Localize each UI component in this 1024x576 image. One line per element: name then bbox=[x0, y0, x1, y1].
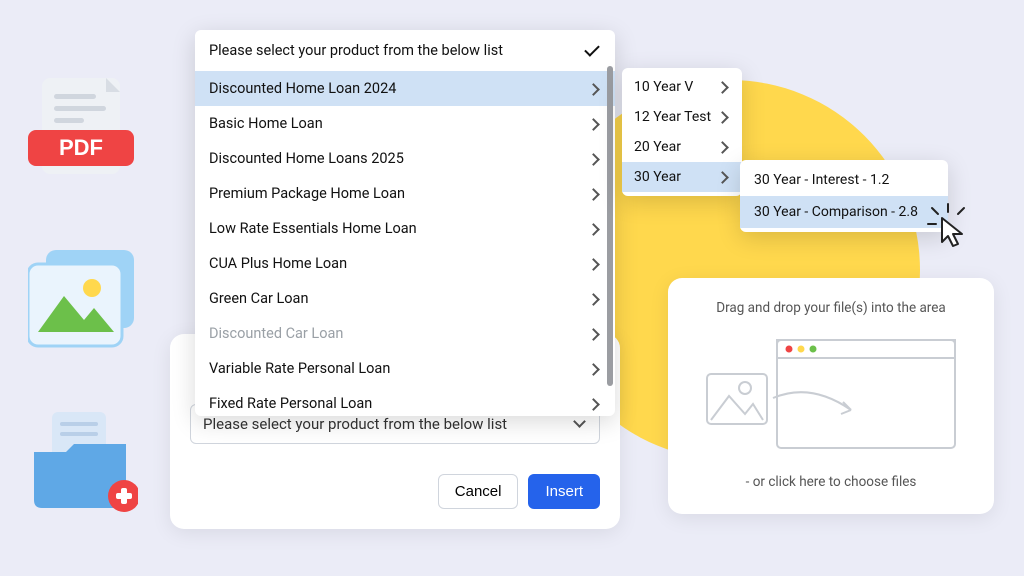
chevron-right-icon bbox=[587, 82, 601, 96]
image-file-icon bbox=[28, 250, 138, 354]
rate-option-label: 30 Year - Comparison - 2.8 bbox=[754, 204, 918, 220]
product-option-label: Green Car Loan bbox=[209, 290, 308, 307]
chevron-right-icon bbox=[587, 257, 601, 271]
dropzone-title: Drag and drop your file(s) into the area bbox=[694, 300, 968, 316]
term-option[interactable]: 20 Year bbox=[622, 132, 742, 162]
term-option-label: 12 Year Test bbox=[634, 109, 711, 125]
product-option-label: Discounted Home Loan 2024 bbox=[209, 80, 396, 97]
chevron-right-icon bbox=[716, 170, 730, 184]
product-dropdown-header-label: Please select your product from the belo… bbox=[209, 42, 503, 59]
rate-option[interactable]: 30 Year - Interest - 1.2 bbox=[740, 164, 948, 196]
chevron-right-icon bbox=[587, 327, 601, 341]
dropzone-illustration bbox=[694, 334, 968, 454]
product-option-label: Discounted Home Loans 2025 bbox=[209, 150, 404, 167]
product-option[interactable]: Discounted Home Loans 2025 bbox=[195, 141, 615, 176]
side-icon-column: PDF bbox=[28, 78, 138, 516]
product-option-label: Premium Package Home Loan bbox=[209, 185, 405, 202]
product-option-label: Discounted Car Loan bbox=[209, 325, 343, 342]
product-dropdown: Please select your product from the belo… bbox=[195, 30, 615, 416]
check-icon bbox=[585, 43, 601, 59]
chevron-right-icon bbox=[716, 80, 730, 94]
chevron-right-icon bbox=[587, 152, 601, 166]
scrollbar[interactable] bbox=[607, 66, 613, 386]
dropzone-subtext: - or click here to choose files bbox=[694, 474, 968, 490]
pdf-file-icon: PDF bbox=[28, 78, 138, 192]
modal-footer: Cancel Insert bbox=[190, 474, 600, 509]
term-option[interactable]: 12 Year Test bbox=[622, 102, 742, 132]
product-option[interactable]: Green Car Loan bbox=[195, 281, 615, 316]
chevron-right-icon bbox=[587, 117, 601, 131]
product-option[interactable]: Discounted Home Loan 2024 bbox=[195, 71, 615, 106]
product-select-label: Please select your product from the belo… bbox=[203, 415, 507, 433]
insert-button[interactable]: Insert bbox=[528, 474, 600, 509]
chevron-right-icon bbox=[716, 110, 730, 124]
chevron-down-icon bbox=[573, 417, 587, 431]
product-option[interactable]: Fixed Rate Personal Loan bbox=[195, 386, 615, 416]
chevron-right-icon bbox=[587, 397, 601, 411]
product-option-label: Basic Home Loan bbox=[209, 115, 323, 132]
rate-option-label: 30 Year - Interest - 1.2 bbox=[754, 172, 889, 188]
term-option-label: 10 Year V bbox=[634, 79, 693, 95]
rate-submenu: 30 Year - Interest - 1.2 30 Year - Compar… bbox=[740, 160, 948, 232]
product-option-label: Variable Rate Personal Loan bbox=[209, 360, 390, 377]
pdf-label-text: PDF bbox=[59, 135, 103, 160]
chevron-right-icon bbox=[587, 187, 601, 201]
term-option-label: 20 Year bbox=[634, 139, 681, 155]
chevron-right-icon bbox=[587, 222, 601, 236]
chevron-right-icon bbox=[716, 140, 730, 154]
cursor-click-icon bbox=[926, 202, 972, 252]
cancel-button[interactable]: Cancel bbox=[438, 474, 519, 509]
term-option[interactable]: 30 Year bbox=[622, 162, 742, 192]
product-option[interactable]: Discounted Car Loan bbox=[195, 316, 615, 351]
chevron-right-icon bbox=[587, 362, 601, 376]
product-option[interactable]: Variable Rate Personal Loan bbox=[195, 351, 615, 386]
folder-add-icon bbox=[28, 412, 138, 516]
product-option-label: CUA Plus Home Loan bbox=[209, 255, 347, 272]
file-dropzone[interactable]: Drag and drop your file(s) into the area… bbox=[668, 278, 994, 514]
product-option[interactable]: Basic Home Loan bbox=[195, 106, 615, 141]
term-submenu: 10 Year V 12 Year Test 20 Year 30 Year bbox=[622, 68, 742, 196]
product-dropdown-header[interactable]: Please select your product from the belo… bbox=[195, 30, 615, 71]
product-option[interactable]: Low Rate Essentials Home Loan bbox=[195, 211, 615, 246]
product-option-label: Low Rate Essentials Home Loan bbox=[209, 220, 417, 237]
product-option-label: Fixed Rate Personal Loan bbox=[209, 395, 372, 412]
product-option[interactable]: CUA Plus Home Loan bbox=[195, 246, 615, 281]
product-option[interactable]: Premium Package Home Loan bbox=[195, 176, 615, 211]
rate-option[interactable]: 30 Year - Comparison - 2.8 bbox=[740, 196, 948, 228]
term-option-label: 30 Year bbox=[634, 169, 681, 185]
term-option[interactable]: 10 Year V bbox=[622, 72, 742, 102]
product-dropdown-list[interactable]: Discounted Home Loan 2024 Basic Home Loan… bbox=[195, 71, 615, 416]
chevron-right-icon bbox=[587, 292, 601, 306]
